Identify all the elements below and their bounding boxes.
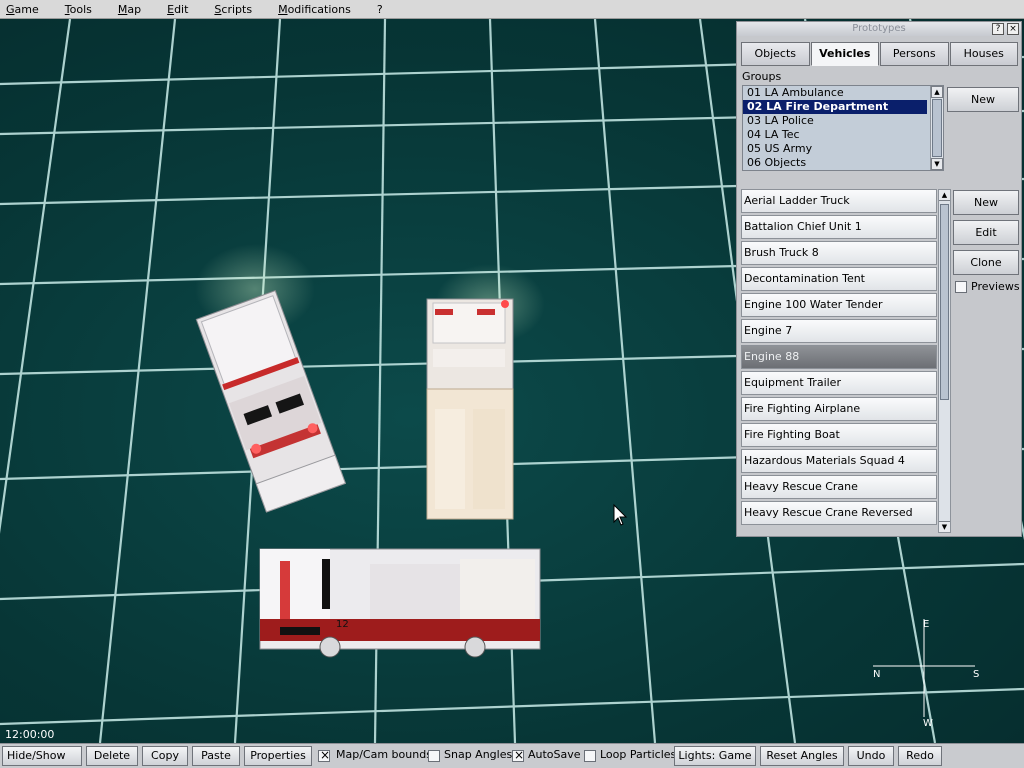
group-item[interactable]: 05 US Army bbox=[743, 142, 927, 156]
scroll-down-icon[interactable]: ▼ bbox=[939, 521, 950, 532]
menu-game[interactable]: Game bbox=[0, 0, 45, 19]
menu-map[interactable]: Map bbox=[112, 0, 147, 19]
list-item[interactable]: Decontamination Tent bbox=[741, 267, 937, 291]
menu-edit[interactable]: Edit bbox=[161, 0, 194, 19]
tab-objects[interactable]: Objects bbox=[741, 42, 810, 66]
tab-vehicles[interactable]: Vehicles bbox=[810, 42, 879, 66]
game-clock: 12:00:00 bbox=[5, 728, 55, 741]
compass-north-label: N bbox=[873, 669, 881, 680]
list-item[interactable]: Engine 100 Water Tender bbox=[741, 293, 937, 317]
panel-title: Prototypes bbox=[852, 23, 906, 34]
loop-particles-label: Loop Particles bbox=[600, 748, 677, 761]
tab-houses[interactable]: Houses bbox=[949, 42, 1018, 66]
vehicles-scrollbar[interactable]: ▲ ▼ bbox=[938, 189, 951, 533]
previews-checkbox[interactable] bbox=[955, 281, 967, 293]
copy-button[interactable]: Copy bbox=[142, 746, 188, 766]
menu-scripts[interactable]: Scripts bbox=[208, 0, 258, 19]
mouse-cursor-icon bbox=[613, 503, 628, 526]
menu-bar: Game Tools Map Edit Scripts Modification… bbox=[0, 0, 1024, 19]
panel-title-bar[interactable]: Prototypes ? × bbox=[737, 22, 1021, 36]
group-item[interactable]: 01 LA Ambulance bbox=[743, 86, 927, 100]
new-vehicle-button[interactable]: New bbox=[953, 190, 1019, 215]
group-item[interactable]: 04 LA Tec bbox=[743, 128, 927, 142]
undo-button[interactable]: Undo bbox=[848, 746, 894, 766]
fire-truck-1[interactable] bbox=[195, 290, 347, 513]
groups-scroll-thumb[interactable] bbox=[932, 99, 942, 157]
list-item[interactable]: Battalion Chief Unit 1 bbox=[741, 215, 937, 239]
groups-scrollbar[interactable]: ▲ ▼ bbox=[930, 86, 943, 170]
vehicles-list: Aerial Ladder Truck Battalion Chief Unit… bbox=[741, 189, 951, 533]
vehicles-scroll-thumb[interactable] bbox=[940, 204, 949, 400]
list-item[interactable]: Equipment Trailer bbox=[741, 371, 937, 395]
menu-help[interactable]: ? bbox=[371, 0, 389, 19]
properties-button[interactable]: Properties bbox=[244, 746, 312, 766]
reset-angles-button[interactable]: Reset Angles bbox=[760, 746, 844, 766]
list-item[interactable]: Heavy Rescue Crane Reversed bbox=[741, 501, 937, 525]
compass-east-label: E bbox=[923, 619, 930, 630]
close-icon[interactable]: × bbox=[1007, 23, 1019, 35]
prototypes-panel: Prototypes ? × Objects Vehicles Persons … bbox=[736, 21, 1022, 537]
groups-list: 01 LA Ambulance 02 LA Fire Department 03… bbox=[742, 85, 944, 171]
menu-modifications[interactable]: Modifications bbox=[272, 0, 357, 19]
compass-south-label: S bbox=[973, 669, 980, 680]
fire-truck-2[interactable] bbox=[426, 298, 514, 520]
map-cam-bounds-label: Map/Cam bounds bbox=[336, 748, 432, 761]
groups-label: Groups bbox=[742, 70, 782, 83]
prototype-tabs: Objects Vehicles Persons Houses bbox=[741, 42, 1019, 66]
paste-button[interactable]: Paste bbox=[192, 746, 240, 766]
hide-show-button[interactable]: Hide/Show bbox=[2, 746, 82, 766]
group-item-selected[interactable]: 02 LA Fire Department bbox=[743, 100, 927, 114]
compass-icon bbox=[873, 619, 975, 717]
group-item[interactable]: 06 Objects bbox=[743, 156, 927, 170]
list-item[interactable]: Fire Fighting Boat bbox=[741, 423, 937, 447]
fire-truck-3[interactable] bbox=[259, 548, 541, 658]
snap-angles-checkbox[interactable] bbox=[428, 750, 440, 762]
list-item[interactable]: Brush Truck 8 bbox=[741, 241, 937, 265]
lights-button[interactable]: Lights: Game bbox=[674, 746, 756, 766]
scroll-up-icon[interactable]: ▲ bbox=[939, 190, 950, 201]
new-group-button[interactable]: New bbox=[947, 87, 1019, 112]
loop-particles-checkbox[interactable] bbox=[584, 750, 596, 762]
menu-tools[interactable]: Tools bbox=[59, 0, 98, 19]
scroll-down-icon[interactable]: ▼ bbox=[931, 158, 943, 170]
delete-button[interactable]: Delete bbox=[86, 746, 138, 766]
group-item[interactable]: 03 LA Police bbox=[743, 114, 927, 128]
clone-vehicle-button[interactable]: Clone bbox=[953, 250, 1019, 275]
list-item[interactable]: Engine 7 bbox=[741, 319, 937, 343]
list-item[interactable]: Fire Fighting Airplane bbox=[741, 397, 937, 421]
map-cam-bounds-checkbox[interactable] bbox=[318, 748, 330, 762]
scroll-up-icon[interactable]: ▲ bbox=[931, 86, 943, 98]
list-item-selected[interactable]: Engine 88 bbox=[741, 345, 937, 369]
tab-persons[interactable]: Persons bbox=[880, 42, 949, 66]
autosave-label: AutoSave bbox=[528, 748, 581, 761]
truck-number-label: 12 bbox=[336, 619, 349, 630]
edit-vehicle-button[interactable]: Edit bbox=[953, 220, 1019, 245]
redo-button[interactable]: Redo bbox=[898, 746, 942, 766]
compass-west-label: W bbox=[923, 718, 933, 729]
list-item[interactable]: Aerial Ladder Truck bbox=[741, 189, 937, 213]
list-item[interactable]: Heavy Rescue Crane bbox=[741, 475, 937, 499]
help-icon[interactable]: ? bbox=[992, 23, 1004, 35]
snap-angles-label: Snap Angles bbox=[444, 748, 513, 761]
list-item[interactable]: Hazardous Materials Squad 4 bbox=[741, 449, 937, 473]
bottom-toolbar: Hide/Show Delete Copy Paste Properties M… bbox=[0, 743, 1024, 768]
autosave-checkbox[interactable] bbox=[512, 748, 524, 762]
previews-label: Previews bbox=[971, 280, 1020, 293]
